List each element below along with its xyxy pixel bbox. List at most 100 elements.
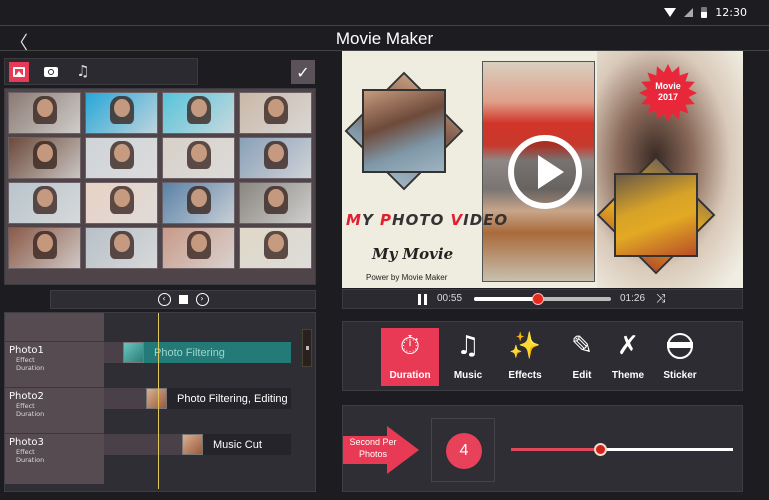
timeline-playhead[interactable] xyxy=(158,313,159,489)
seek-handle[interactable] xyxy=(532,293,545,305)
photo-thumbnail[interactable] xyxy=(162,137,235,179)
stopwatch-icon: ⏱ xyxy=(399,330,421,361)
label-line-2: Photos xyxy=(358,449,388,459)
clip-offset xyxy=(104,434,182,455)
photo-content xyxy=(268,99,284,117)
timeline-clip[interactable]: Photo Filtering xyxy=(123,342,291,363)
photo-name: Photo3 xyxy=(9,437,44,448)
photo-content xyxy=(114,99,130,117)
photo-thumbnail[interactable] xyxy=(8,182,81,224)
battery-icon xyxy=(701,7,708,18)
play-button[interactable] xyxy=(508,135,582,209)
clip-thumbnail xyxy=(123,342,144,363)
movie-badge: Movie 2017 xyxy=(638,81,698,103)
pause-button[interactable] xyxy=(418,294,427,305)
tool-label: Sticker xyxy=(663,370,697,381)
photo-thumbnail[interactable] xyxy=(85,137,158,179)
total-time: 01:26 xyxy=(620,293,646,304)
headline-letter: V xyxy=(450,211,464,229)
tool-label: Edit xyxy=(572,370,592,381)
photo-grid xyxy=(8,92,312,269)
photo-content xyxy=(37,234,53,252)
media-source-tabs: ♫ xyxy=(4,58,198,85)
tool-label: Music xyxy=(453,370,483,381)
pencil-icon: ✎ xyxy=(571,331,593,361)
photo-thumbnail[interactable] xyxy=(162,92,235,134)
ruler-pencil-icon: ✗ xyxy=(617,331,639,361)
photo-content xyxy=(268,189,284,207)
photo-content xyxy=(114,234,130,252)
tool-theme[interactable]: ✗ Theme xyxy=(599,328,657,386)
magic-wand-icon: ✨ xyxy=(508,331,542,361)
tab-camera[interactable] xyxy=(41,62,61,82)
clip-label: Photo Filtering, Editing xyxy=(177,392,288,405)
photo-content xyxy=(37,189,53,207)
timeline-clip[interactable]: Photo Filtering, Editing xyxy=(146,388,291,409)
previous-button[interactable]: ‹ xyxy=(157,293,171,306)
timeline-clip[interactable]: Music Cut xyxy=(182,434,291,455)
camera-icon xyxy=(44,66,58,77)
photo-thumbnail[interactable] xyxy=(85,182,158,224)
photo-thumbnail[interactable] xyxy=(239,137,312,179)
badge-line-1: Movie xyxy=(655,81,681,91)
photo-thumbnail[interactable] xyxy=(85,92,158,134)
headline-text: HOTO xyxy=(392,211,451,229)
page-title: Movie Maker xyxy=(335,29,434,48)
effect-label: Effect xyxy=(16,402,35,410)
tab-photos[interactable] xyxy=(9,61,29,82)
photo-content xyxy=(114,144,130,162)
timeline-row-label: Photo3 Effect Duration xyxy=(5,433,104,479)
photo-thumbnail[interactable] xyxy=(239,92,312,134)
tool-sticker[interactable]: Sticker xyxy=(651,328,709,386)
clip-offset xyxy=(104,388,146,409)
duration-label: Duration xyxy=(16,364,45,372)
shuffle-icon[interactable]: ⤨ xyxy=(656,291,666,306)
photo-thumbnail[interactable] xyxy=(8,227,81,269)
clock: 12:30 xyxy=(715,6,747,19)
seek-bar[interactable] xyxy=(474,293,611,305)
badge-line-2: 2017 xyxy=(657,92,679,102)
slider-handle[interactable] xyxy=(593,443,607,456)
tool-label: Theme xyxy=(611,370,645,381)
photo-content xyxy=(37,99,53,117)
photo-content xyxy=(191,234,207,252)
headline-letter: P xyxy=(380,211,393,229)
duration-slider[interactable] xyxy=(511,443,733,456)
tool-label: Effects xyxy=(508,370,542,381)
music-note-icon: ♫ xyxy=(456,331,480,361)
app-header: 〈 Movie Maker xyxy=(0,25,769,54)
photo-thumbnail[interactable] xyxy=(239,182,312,224)
video-preview[interactable]: Movie 2017 MY PHOTO VIDEO My Movie Power… xyxy=(342,51,743,288)
ninja-face-icon xyxy=(667,328,693,364)
photo-content xyxy=(37,144,53,162)
confirm-button[interactable]: ✓ xyxy=(291,60,315,84)
clip-label: Music Cut xyxy=(213,438,262,451)
preview-headline: MY PHOTO VIDEO xyxy=(346,211,508,229)
photo-thumbnail[interactable] xyxy=(162,227,235,269)
headline-text: IDEO xyxy=(463,211,509,229)
photo-thumbnail[interactable] xyxy=(239,227,312,269)
tab-music[interactable]: ♫ xyxy=(73,62,93,82)
photo-content xyxy=(268,234,284,252)
tool-duration[interactable]: ⏱ Duration xyxy=(381,328,439,386)
photo-thumbnail[interactable] xyxy=(8,137,81,179)
photo-thumbnail[interactable] xyxy=(85,227,158,269)
photo-frame-right-inner xyxy=(614,173,698,257)
seconds-per-photo-label: Second Per Photos xyxy=(345,436,401,460)
duration-label: Duration xyxy=(16,410,45,418)
photo-thumbnail[interactable] xyxy=(8,92,81,134)
photo-thumbnail[interactable] xyxy=(162,182,235,224)
duration-value-box: 4 xyxy=(431,418,495,482)
timeline-scrollbar[interactable] xyxy=(302,329,312,367)
tool-label: Duration xyxy=(389,370,431,381)
timeline-labels: Photo1 Effect Duration Photo2 Effect Duration… xyxy=(5,313,104,484)
slider-fill xyxy=(511,448,600,451)
wifi-icon xyxy=(664,8,677,17)
seek-progress xyxy=(474,297,539,301)
headline-letter: M xyxy=(346,211,362,229)
tool-effects[interactable]: ✨ Effects xyxy=(496,328,554,386)
tool-music[interactable]: ♫ Music xyxy=(439,328,497,386)
player-bar: 00:55 01:26 ⤨ xyxy=(342,289,743,309)
stop-button[interactable] xyxy=(178,295,188,304)
next-button[interactable]: › xyxy=(195,293,209,306)
